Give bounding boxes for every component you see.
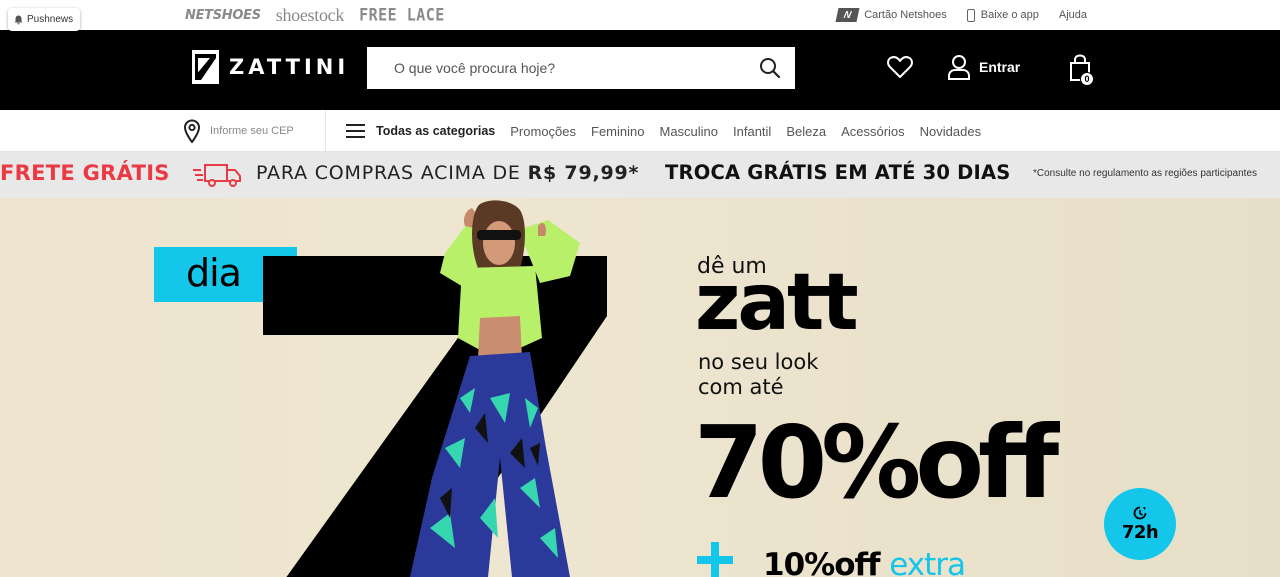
category-nav: Informe seu CEP Todas as categorias Prom… [0, 110, 1280, 152]
help-link[interactable]: Ajuda [1059, 9, 1087, 21]
brand-netshoes-link[interactable]: NETSHOES [185, 8, 261, 23]
bell-icon [14, 15, 23, 24]
zattini-z-icon [192, 50, 219, 84]
shipping-condition-prefix: PARA COMPRAS ACIMA DE [256, 162, 528, 184]
model-photo [410, 200, 580, 577]
nav-item-feminino[interactable]: Feminino [591, 124, 644, 139]
dia-text: dia [186, 251, 242, 295]
promo-look-line1: no seu look [698, 350, 819, 374]
download-app-label: Baixe o app [980, 9, 1039, 21]
cep-label: Informe seu CEP [210, 125, 294, 137]
shipping-condition-value: R$ 79,99* [527, 162, 640, 184]
search-icon[interactable] [759, 57, 781, 79]
brand-freelace-link[interactable]: FREE LACE [359, 5, 445, 25]
nav-item-novidades[interactable]: Novidades [920, 124, 981, 139]
nav-item-promocoes[interactable]: Promoções [510, 124, 576, 139]
brand-shoestock-link[interactable]: shoestock [276, 5, 345, 26]
utility-links: N Cartão Netshoes Baixe o app Ajuda [835, 8, 1087, 22]
promo-look-text: no seu look com até [698, 350, 818, 400]
promo-extra-value: 10%off [763, 547, 890, 577]
promo-text-block: dê um zatt no seu look com até 70%off 72… [694, 198, 1197, 577]
promo-extra: 10%off extra [763, 547, 966, 577]
brand-links: NETSHOES shoestock FREE LACE [185, 5, 445, 25]
netshoes-card-icon: N [835, 8, 860, 22]
cart-count-badge: 0 [1080, 72, 1094, 86]
logo-wordmark: ZATTINI [229, 55, 350, 79]
pushnews-widget[interactable]: Pushnews [8, 8, 81, 31]
search-bar [367, 47, 795, 89]
hero-banner[interactable]: dia dê um zatt no seu look com até 70%of… [0, 198, 1280, 577]
shipping-banner[interactable]: FRETE GRÁTIS PARA COMPRAS ACIMA DE R$ 79… [0, 152, 1280, 198]
all-categories-label: Todas as categorias [376, 124, 496, 138]
netshoes-card-label: Cartão Netshoes [864, 9, 947, 21]
promo-extra-word: extra [889, 547, 966, 577]
nav-item-masculino[interactable]: Masculino [659, 124, 718, 139]
cart-button[interactable]: 0 [1069, 54, 1095, 86]
delivery-truck-icon [193, 164, 241, 187]
search-input[interactable] [394, 48, 764, 88]
zattini-logo[interactable]: ZATTINI [192, 50, 349, 84]
top-brands-bar: Pushnews NETSHOES shoestock FREE LACE N … [0, 0, 1280, 31]
netshoes-card-link[interactable]: N Cartão Netshoes [835, 8, 947, 22]
promo-look-line2: com até [698, 375, 784, 399]
category-menu: Todas as categorias Promoções Feminino M… [346, 110, 981, 152]
pushnews-label: Pushnews [27, 14, 74, 25]
cep-selector[interactable]: Informe seu CEP [183, 110, 326, 152]
login-button[interactable]: Entrar [948, 54, 1020, 80]
promo-discount: 70%off [694, 404, 1059, 521]
user-icon [948, 55, 970, 80]
shipping-condition: PARA COMPRAS ACIMA DE R$ 79,99* [256, 162, 639, 184]
promo-zatt: zatt [695, 258, 859, 348]
hamburger-menu-icon [346, 124, 365, 138]
all-categories-button[interactable]: Todas as categorias [346, 124, 495, 138]
shipping-note: *Consulte no regulamento as regiões part… [1033, 168, 1258, 179]
free-shipping-text: FRETE GRÁTIS [0, 161, 170, 185]
nav-item-beleza[interactable]: Beleza [786, 124, 826, 139]
location-pin-icon [183, 119, 201, 143]
login-label: Entrar [979, 59, 1021, 75]
nav-item-infantil[interactable]: Infantil [733, 124, 771, 139]
nav-item-acessorios[interactable]: Acessórios [841, 124, 905, 139]
wishlist-heart-icon[interactable] [887, 55, 913, 79]
promo-badge-text: 72h [1121, 521, 1159, 543]
help-label: Ajuda [1058, 9, 1087, 21]
free-returns-text: TROCA GRÁTIS EM ATÉ 30 DIAS [665, 161, 1011, 184]
phone-icon [966, 8, 975, 22]
promo-72h-badge: 72h [1104, 488, 1176, 560]
plus-icon [697, 542, 733, 577]
main-header: ZATTINI Entrar 0 [0, 30, 1280, 110]
download-app-link[interactable]: Baixe o app [966, 8, 1039, 22]
clock-icon [1133, 506, 1147, 519]
